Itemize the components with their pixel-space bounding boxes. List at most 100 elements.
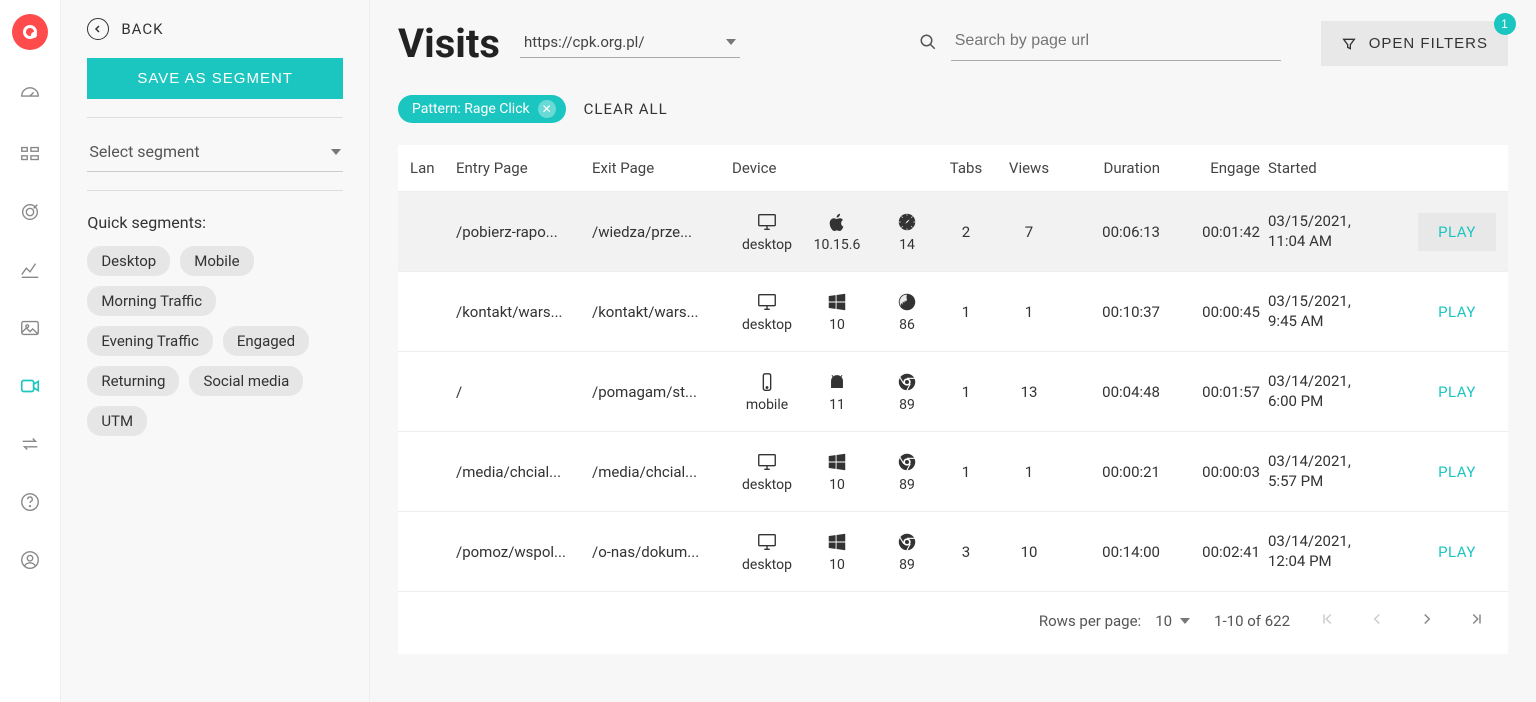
quick-segment-chip[interactable]: Social media (189, 366, 303, 396)
col-views[interactable]: Views (998, 159, 1068, 177)
col-lan[interactable]: Lan (410, 159, 456, 177)
quick-segment-chip[interactable]: Morning Traffic (87, 286, 216, 316)
search-icon (919, 33, 937, 55)
os-cell: 10.15.6 (802, 211, 872, 253)
play-button[interactable]: PLAY (1418, 453, 1496, 491)
engage-cell: 00:02:41 (1168, 543, 1268, 561)
engage-cell: 00:01:57 (1168, 383, 1268, 401)
quick-segments: Desktop Mobile Morning Traffic Evening Traf… (87, 246, 343, 436)
dashboard-icon[interactable] (18, 84, 42, 108)
tabs-cell: 1 (942, 303, 998, 321)
table-row[interactable]: /pomoz/wspol.../o-nas/dokum...desktop108… (398, 511, 1508, 591)
quick-segment-chip[interactable]: Desktop (87, 246, 170, 276)
browser-cell: 89 (872, 371, 942, 413)
last-page-button[interactable] (1464, 606, 1490, 636)
views-cell: 1 (998, 463, 1068, 481)
col-duration[interactable]: Duration (1068, 159, 1168, 177)
back-arrow-icon (87, 18, 109, 40)
quick-segment-chip[interactable]: Engaged (223, 326, 309, 356)
entry-cell: /pobierz-rapo... (456, 223, 592, 241)
device-type-cell: desktop (732, 211, 802, 253)
duration-cell: 00:06:13 (1068, 223, 1168, 241)
table-header: Lan Entry Page Exit Page Device Tabs Vie… (398, 145, 1508, 191)
col-exit[interactable]: Exit Page (592, 159, 732, 177)
col-device[interactable]: Device (732, 159, 942, 177)
first-page-button[interactable] (1314, 606, 1340, 636)
tabs-cell: 1 (942, 463, 998, 481)
play-button[interactable]: PLAY (1418, 533, 1496, 571)
col-entry[interactable]: Entry Page (456, 159, 592, 177)
image-icon[interactable] (18, 316, 42, 340)
main: Visits https://cpk.org.pl/ OPEN FILTERS … (370, 0, 1536, 702)
open-filters-button[interactable]: OPEN FILTERS 1 (1321, 21, 1508, 66)
url-select[interactable]: https://cpk.org.pl/ (520, 29, 740, 58)
entry-cell: /kontakt/wars... (456, 303, 592, 321)
chart-icon[interactable] (18, 258, 42, 282)
select-segment-dropdown[interactable]: Select segment (87, 136, 343, 172)
os-cell: 10 (802, 531, 872, 573)
device-type-cell: desktop (732, 291, 802, 333)
browser-cell: 86 (872, 291, 942, 333)
play-button[interactable]: PLAY (1418, 213, 1496, 251)
tabs-cell: 3 (942, 543, 998, 561)
table-row[interactable]: /pobierz-rapo.../wiedza/prze...desktop10… (398, 191, 1508, 271)
save-segment-button[interactable]: SAVE AS SEGMENT (87, 58, 343, 99)
filter-count-badge: 1 (1494, 13, 1516, 35)
duration-cell: 00:04:48 (1068, 383, 1168, 401)
views-cell: 13 (998, 383, 1068, 401)
filter-icon (1341, 36, 1357, 52)
col-started[interactable]: Started (1268, 159, 1418, 177)
entry-cell: /pomoz/wspol... (456, 543, 592, 561)
app-logo[interactable] (12, 14, 48, 50)
rows-per-page-label: Rows per page: (1039, 612, 1141, 630)
pagination-range: 1-10 of 622 (1214, 612, 1290, 630)
url-value: https://cpk.org.pl/ (524, 33, 645, 51)
play-button[interactable]: PLAY (1418, 373, 1496, 411)
table-row[interactable]: /media/chcial.../media/chcial...desktop1… (398, 431, 1508, 511)
user-icon[interactable] (18, 548, 42, 572)
browser-cell: 89 (872, 531, 942, 573)
clear-all-button[interactable]: CLEAR ALL (584, 100, 668, 118)
remove-filter-icon[interactable]: ✕ (538, 100, 556, 118)
next-page-button[interactable] (1414, 606, 1440, 636)
started-cell: 03/15/2021,11:04 AM (1268, 212, 1418, 251)
started-cell: 03/14/2021,5:57 PM (1268, 452, 1418, 491)
views-cell: 10 (998, 543, 1068, 561)
help-icon[interactable] (18, 490, 42, 514)
exit-cell: /o-nas/dokum... (592, 543, 732, 561)
chevron-down-icon (726, 39, 736, 45)
views-cell: 7 (998, 223, 1068, 241)
active-filter-pill[interactable]: Pattern: Rage Click ✕ (398, 95, 566, 123)
exit-cell: /pomagam/st... (592, 383, 732, 401)
back-label: BACK (121, 20, 163, 38)
exit-cell: /wiedza/prze... (592, 223, 732, 241)
started-cell: 03/14/2021,12:04 PM (1268, 532, 1418, 571)
prev-page-button[interactable] (1364, 606, 1390, 636)
search-input[interactable] (951, 26, 1281, 61)
back-button[interactable]: BACK (87, 18, 343, 40)
visits-table: Lan Entry Page Exit Page Device Tabs Vie… (398, 145, 1508, 591)
browser-cell: 89 (872, 451, 942, 493)
quick-segment-chip[interactable]: Returning (87, 366, 179, 396)
table-row[interactable]: /kontakt/wars.../kontakt/wars...desktop1… (398, 271, 1508, 351)
chevron-down-icon (1180, 618, 1190, 624)
quick-segment-chip[interactable]: Evening Traffic (87, 326, 213, 356)
transfer-icon[interactable] (18, 432, 42, 456)
play-button[interactable]: PLAY (1418, 293, 1496, 331)
rows-per-page-select[interactable]: 10 (1155, 612, 1190, 630)
exit-cell: /kontakt/wars... (592, 303, 732, 321)
table-row[interactable]: //pomagam/st...mobile118911300:04:4800:0… (398, 351, 1508, 431)
os-cell: 11 (802, 371, 872, 413)
icon-rail (0, 0, 61, 702)
target-icon[interactable] (18, 200, 42, 224)
started-cell: 03/14/2021,6:00 PM (1268, 372, 1418, 411)
browser-cell: 14 (872, 211, 942, 253)
col-engage[interactable]: Engage (1168, 159, 1268, 177)
pagination: Rows per page: 10 1-10 of 622 (398, 591, 1508, 654)
col-tabs[interactable]: Tabs (942, 159, 998, 177)
users-icon[interactable] (18, 142, 42, 166)
quick-segment-chip[interactable]: Mobile (180, 246, 253, 276)
engage-cell: 00:01:42 (1168, 223, 1268, 241)
video-icon[interactable] (18, 374, 42, 398)
quick-segment-chip[interactable]: UTM (87, 406, 147, 436)
